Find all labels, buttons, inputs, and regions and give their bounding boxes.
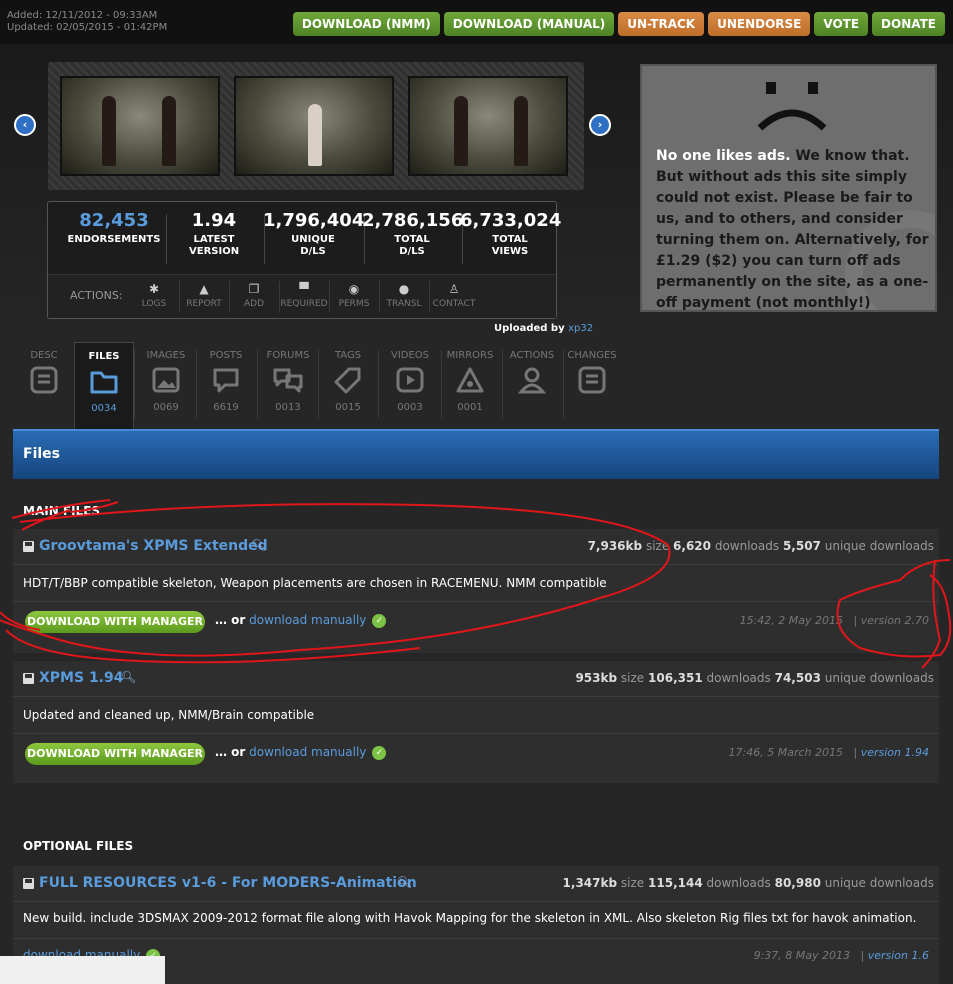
- file-date-version: 17:46, 5 March 2015 | version 1.94: [728, 746, 929, 759]
- stats-panel: 82,453 ENDORSEMENTS 1.94 LATEST VERSION …: [47, 201, 562, 319]
- contact-action[interactable]: ♙ CONTACT: [430, 281, 478, 309]
- stat-latest-version: 1.94 LATEST VERSION: [189, 210, 240, 257]
- updated-date: Updated: 02/05/2015 - 01:42PM: [7, 22, 168, 33]
- file-dates: Added: 12/11/2012 - 09:33AM Updated: 02/…: [7, 10, 167, 34]
- download-manually-row: … or download manually ✓: [215, 613, 387, 628]
- stat-unique-dls: 1,796,404 UNIQUE D/LS: [263, 210, 365, 257]
- uploader-link[interactable]: xp32: [568, 323, 593, 334]
- tab-desc[interactable]: DESC: [14, 342, 74, 432]
- file-entry: Groovtama's XPMS Extended 🔍︎ 7,936kb siz…: [13, 529, 939, 653]
- tab-actions[interactable]: ACTIONS: [502, 342, 562, 432]
- top-bar: Added: 12/11/2012 - 09:33AM Updated: 02/…: [0, 0, 953, 44]
- file-stats: 7,936kb size 6,620 downloads 5,507 uniqu…: [587, 539, 934, 553]
- download-nmm-button[interactable]: DOWNLOAD (NMM): [292, 12, 440, 36]
- actions-row: ACTIONS: ✱ LOGS ▲ REPORT ❐ ADD ▀ REQUIRED ◉ P…: [48, 274, 556, 318]
- perms-action[interactable]: ◉ PERMS: [330, 281, 378, 309]
- file-name-link[interactable]: XPMS 1.94: [39, 670, 124, 686]
- gallery-prev-icon[interactable]: ‹: [14, 114, 36, 136]
- file-description: New build. include 3DSMAX 2009-2012 form…: [23, 911, 917, 925]
- file-stats: 953kb size 106,351 downloads 74,503 uniq…: [575, 671, 934, 685]
- warning-icon: ▲: [199, 282, 209, 296]
- play-icon: [396, 367, 424, 393]
- person-icon: ♙: [448, 282, 460, 296]
- tab-changes[interactable]: CHANGES: [562, 342, 622, 432]
- file-description: HDT/T/BBP compatible skeleton, Weapon pl…: [23, 576, 607, 590]
- magnifier-icon[interactable]: 🔍︎: [397, 875, 412, 889]
- blank-patch: [0, 956, 165, 984]
- actions-label: ACTIONS:: [70, 289, 123, 302]
- file-stats: 1,347kb size 115,144 downloads 80,980 un…: [562, 876, 934, 890]
- magnifier-icon[interactable]: 🔍︎: [121, 670, 136, 684]
- files-header: Files: [13, 429, 939, 479]
- image-gallery: [48, 62, 584, 190]
- gallery-thumbnail[interactable]: [408, 76, 568, 176]
- folder-icon: [90, 371, 118, 394]
- sad-face-icon: [757, 82, 827, 131]
- file-description: Updated and cleaned up, NMM/Brain compat…: [23, 708, 315, 722]
- download-manual-button[interactable]: DOWNLOAD (MANUAL): [443, 12, 615, 36]
- download-with-manager-button[interactable]: DOWNLOAD WITH MANAGER: [25, 611, 205, 633]
- tab-posts[interactable]: POSTS 6619: [196, 342, 256, 432]
- logs-action[interactable]: ✱ LOGS: [130, 281, 178, 309]
- mirrors-icon: [456, 367, 484, 393]
- file-name-link[interactable]: FULL RESOURCES v1-6 - For MODERS-Animati…: [39, 875, 417, 891]
- download-manually-row: … or download manually ✓: [215, 745, 387, 760]
- tab-images[interactable]: IMAGES 0069: [136, 342, 196, 432]
- tab-mirrors[interactable]: MIRRORS 0001: [440, 342, 500, 432]
- file-entry: XPMS 1.94 🔍︎ 953kb size 106,351 download…: [13, 661, 939, 783]
- untrack-button[interactable]: UN-TRACK: [618, 12, 705, 36]
- stat-endorsements: 82,453 ENDORSEMENTS: [67, 210, 161, 245]
- gallery-thumbnail[interactable]: [234, 76, 394, 176]
- unendorse-button[interactable]: UNENDORSE: [708, 12, 811, 36]
- file-date-version: 15:42, 2 May 2015 | version 2.70: [739, 614, 929, 627]
- file-icon: [23, 673, 34, 684]
- tag-icon: [334, 367, 361, 394]
- image-icon: [152, 367, 180, 393]
- uploaded-by: Uploaded by xp32: [494, 323, 594, 334]
- file-icon: [23, 878, 34, 889]
- check-icon: ✓: [372, 745, 387, 760]
- report-action[interactable]: ▲ REPORT: [180, 281, 228, 309]
- required-action[interactable]: ▀ REQUIRED: [280, 281, 328, 309]
- ad-text: No one likes ads. We know that. But with…: [656, 148, 929, 311]
- translate-action[interactable]: ● TRANSL: [380, 281, 428, 309]
- tab-tags[interactable]: TAGS 0015: [318, 342, 378, 432]
- download-with-manager-button[interactable]: DOWNLOAD WITH MANAGER: [25, 743, 205, 765]
- file-icon: [23, 541, 34, 552]
- gear-icon: ✱: [148, 282, 160, 296]
- main-files-heading: MAIN FILES: [23, 504, 101, 518]
- gallery-thumbnail[interactable]: [60, 76, 220, 176]
- tab-files[interactable]: FILES 0034: [74, 342, 134, 432]
- check-icon: ✓: [372, 613, 387, 628]
- required-icon: ▀: [299, 282, 309, 296]
- stat-total-views: 6,733,024 TOTAL VIEWS: [460, 210, 562, 257]
- document-icon: [30, 366, 58, 394]
- optional-files-heading: OPTIONAL FILES: [23, 839, 134, 853]
- file-name-link[interactable]: Groovtama's XPMS Extended: [39, 538, 268, 554]
- add-action[interactable]: ❐ ADD: [230, 281, 278, 309]
- top-buttons: DOWNLOAD (NMM) DOWNLOAD (MANUAL) UN-TRAC…: [292, 12, 945, 36]
- perms-icon: ◉: [348, 282, 360, 296]
- forum-bubbles-icon: [273, 368, 303, 393]
- speech-icon: ●: [398, 282, 410, 296]
- speech-bubble-icon: [213, 368, 239, 393]
- user-icon: [517, 367, 547, 394]
- gallery-next-icon[interactable]: ›: [589, 114, 611, 136]
- add-icon: ❐: [248, 282, 260, 296]
- ad-block-notice: No one likes ads. We know that. But with…: [640, 64, 937, 312]
- vote-button[interactable]: VOTE: [814, 12, 869, 36]
- file-date-version: 9:37, 8 May 2013 | version 1.6: [753, 949, 929, 962]
- download-manually-link[interactable]: download manually: [249, 613, 366, 627]
- tab-videos[interactable]: VIDEOS 0003: [380, 342, 440, 432]
- download-manually-link[interactable]: download manually: [249, 745, 366, 759]
- changelog-icon: [578, 366, 606, 394]
- added-date: Added: 12/11/2012 - 09:33AM: [7, 10, 158, 21]
- magnifier-icon[interactable]: 🔍︎: [251, 538, 266, 552]
- stat-total-dls: 2,786,156 TOTAL D/LS: [362, 210, 464, 257]
- tab-forums[interactable]: FORUMS 0013: [258, 342, 318, 432]
- donate-button[interactable]: DONATE: [872, 12, 945, 36]
